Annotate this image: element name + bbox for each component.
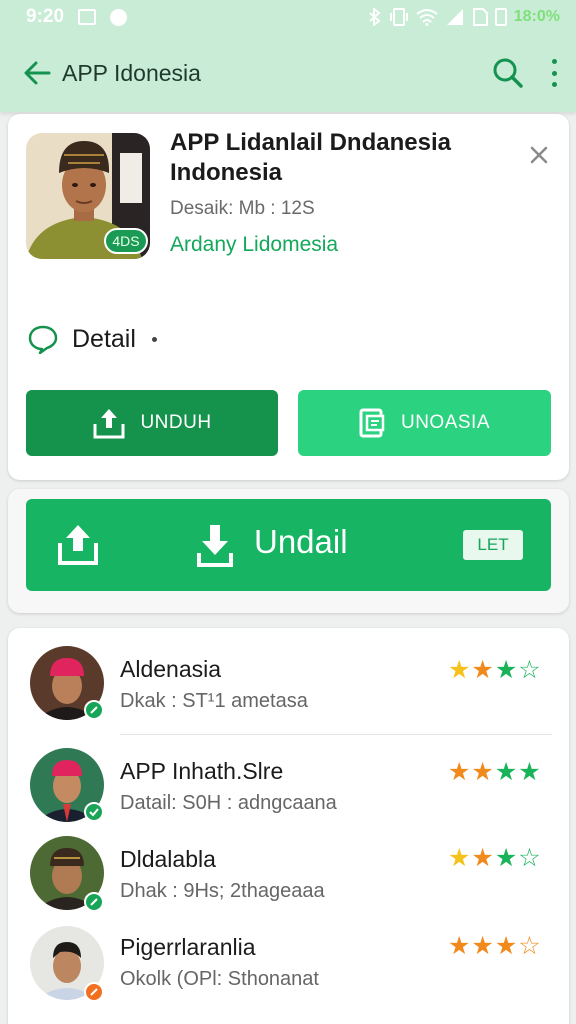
list-item[interactable]: Pigerrlaranlia Okolk (OPl: Sthonanat ★ ★… [8, 920, 569, 1012]
close-button[interactable] [530, 146, 548, 164]
star-filled-icon: ★ [448, 656, 471, 684]
arrow-left-icon [24, 61, 51, 85]
status-time: 9:20 [26, 6, 65, 27]
back-button[interactable] [20, 56, 54, 90]
upload-box-icon [93, 409, 125, 439]
let-badge: LET [463, 530, 523, 560]
more-dot-icon [551, 82, 557, 87]
star-outline-icon: ☆ [518, 932, 541, 960]
list-item-name: Pigerrlaranlia [120, 934, 256, 960]
unduh-label: UNDUH [140, 412, 212, 433]
star-filled-icon: ★ [471, 656, 494, 684]
more-options-button[interactable] [550, 59, 558, 87]
app-subtitle: Desaik: Mb : 12S [170, 198, 315, 219]
list-item[interactable]: Dldalabla Dhak : 9Hs; 2thageaaa ★ ★ ★ ☆ [8, 832, 569, 924]
app-detail-card: 4DS APP Lidanlail Dndanesia Indonesia De… [8, 114, 569, 480]
verified-badge-icon [84, 700, 104, 720]
star-filled-icon: ★ [448, 932, 471, 960]
search-button[interactable] [490, 55, 526, 91]
list-item-name: Aldenasia [120, 656, 222, 682]
app-list-card: Aldenasia Dkak : ST¹1 ametasa ★ ★ ★ ☆ AP… [8, 628, 569, 1024]
verified-badge-icon [84, 892, 104, 912]
search-icon [493, 58, 523, 88]
star-filled-icon: ★ [471, 844, 494, 872]
app-title: APP Lidanlail Dndanesia Indonesia [170, 129, 451, 186]
app-bar-title: APP Idonesia [62, 59, 201, 86]
battery-percent: 18:0% [513, 8, 560, 25]
unduh-button[interactable]: UNDUH [26, 390, 278, 456]
star-outline-icon: ☆ [518, 844, 541, 872]
star-rating: ★ ★ ★ ☆ [448, 934, 541, 959]
detail-label: Detail [72, 324, 136, 353]
close-icon [530, 146, 548, 164]
vibrate-icon [389, 8, 408, 26]
star-filled-icon: ★ [494, 656, 518, 684]
star-rating: ★ ★ ★ ★ [448, 760, 541, 785]
chat-bubble-icon [28, 325, 58, 354]
verified-badge-icon [84, 802, 104, 822]
wifi-icon [416, 9, 438, 26]
app-badge: 4DS [104, 228, 148, 254]
list-item-meta: Dhak : 9Hs; 2thageaaa [120, 880, 325, 902]
list-item-meta: Dkak : ST¹1 ametasa [120, 690, 308, 712]
app-bar: APP Idonesia [0, 34, 576, 112]
star-filled-icon: ★ [494, 932, 518, 960]
detail-row[interactable]: Detail [28, 324, 157, 354]
undail-button[interactable]: Undail LET [26, 499, 551, 591]
list-item-name: APP Inhath.Slre [120, 758, 284, 784]
app-developer-link[interactable]: Ardany Lidomesia [170, 230, 370, 259]
download-card: Undail LET [8, 489, 569, 613]
star-filled-icon: ★ [448, 844, 471, 872]
status-bar: 9:20 18:0% [0, 0, 576, 34]
list-item[interactable]: APP Inhath.Slre Datail: S0H : adngcaana … [8, 746, 569, 838]
more-dot-icon [551, 70, 557, 76]
star-filled-icon: ★ [494, 758, 518, 786]
signal-icon [446, 9, 463, 25]
list-item-meta: Okolk (OPl: Sthonanat [120, 968, 319, 990]
star-filled-icon: ★ [471, 932, 494, 960]
star-rating: ★ ★ ★ ☆ [448, 658, 541, 683]
notification-dot-icon [110, 8, 128, 26]
sim-icon [472, 8, 488, 26]
undail-label: Undail [254, 523, 348, 560]
detail-dot-icon [151, 336, 157, 342]
star-rating: ★ ★ ★ ☆ [448, 846, 541, 871]
unoasia-label: UNOASIA [400, 412, 491, 433]
list-item-meta: Datail: S0H : adngcaana [120, 792, 337, 814]
more-dot-icon [551, 59, 557, 64]
document-icon [359, 408, 385, 438]
list-item-name: Dldalabla [120, 846, 216, 872]
star-filled-icon: ★ [471, 758, 494, 786]
star-outline-icon: ☆ [518, 656, 541, 684]
verified-badge-icon [84, 982, 104, 1002]
battery-icon [494, 8, 507, 26]
star-filled-icon: ★ [448, 758, 471, 786]
star-filled-icon: ★ [518, 758, 541, 786]
list-item[interactable]: Aldenasia Dkak : ST¹1 ametasa ★ ★ ★ ☆ [8, 644, 569, 736]
download-tray-icon [197, 525, 233, 567]
star-filled-icon: ★ [494, 844, 518, 872]
bluetooth-icon [369, 8, 381, 26]
divider [120, 734, 552, 735]
unoasia-button[interactable]: UNOASIA [298, 390, 551, 456]
gallery-icon [78, 9, 97, 25]
upload-box-icon [58, 525, 98, 565]
